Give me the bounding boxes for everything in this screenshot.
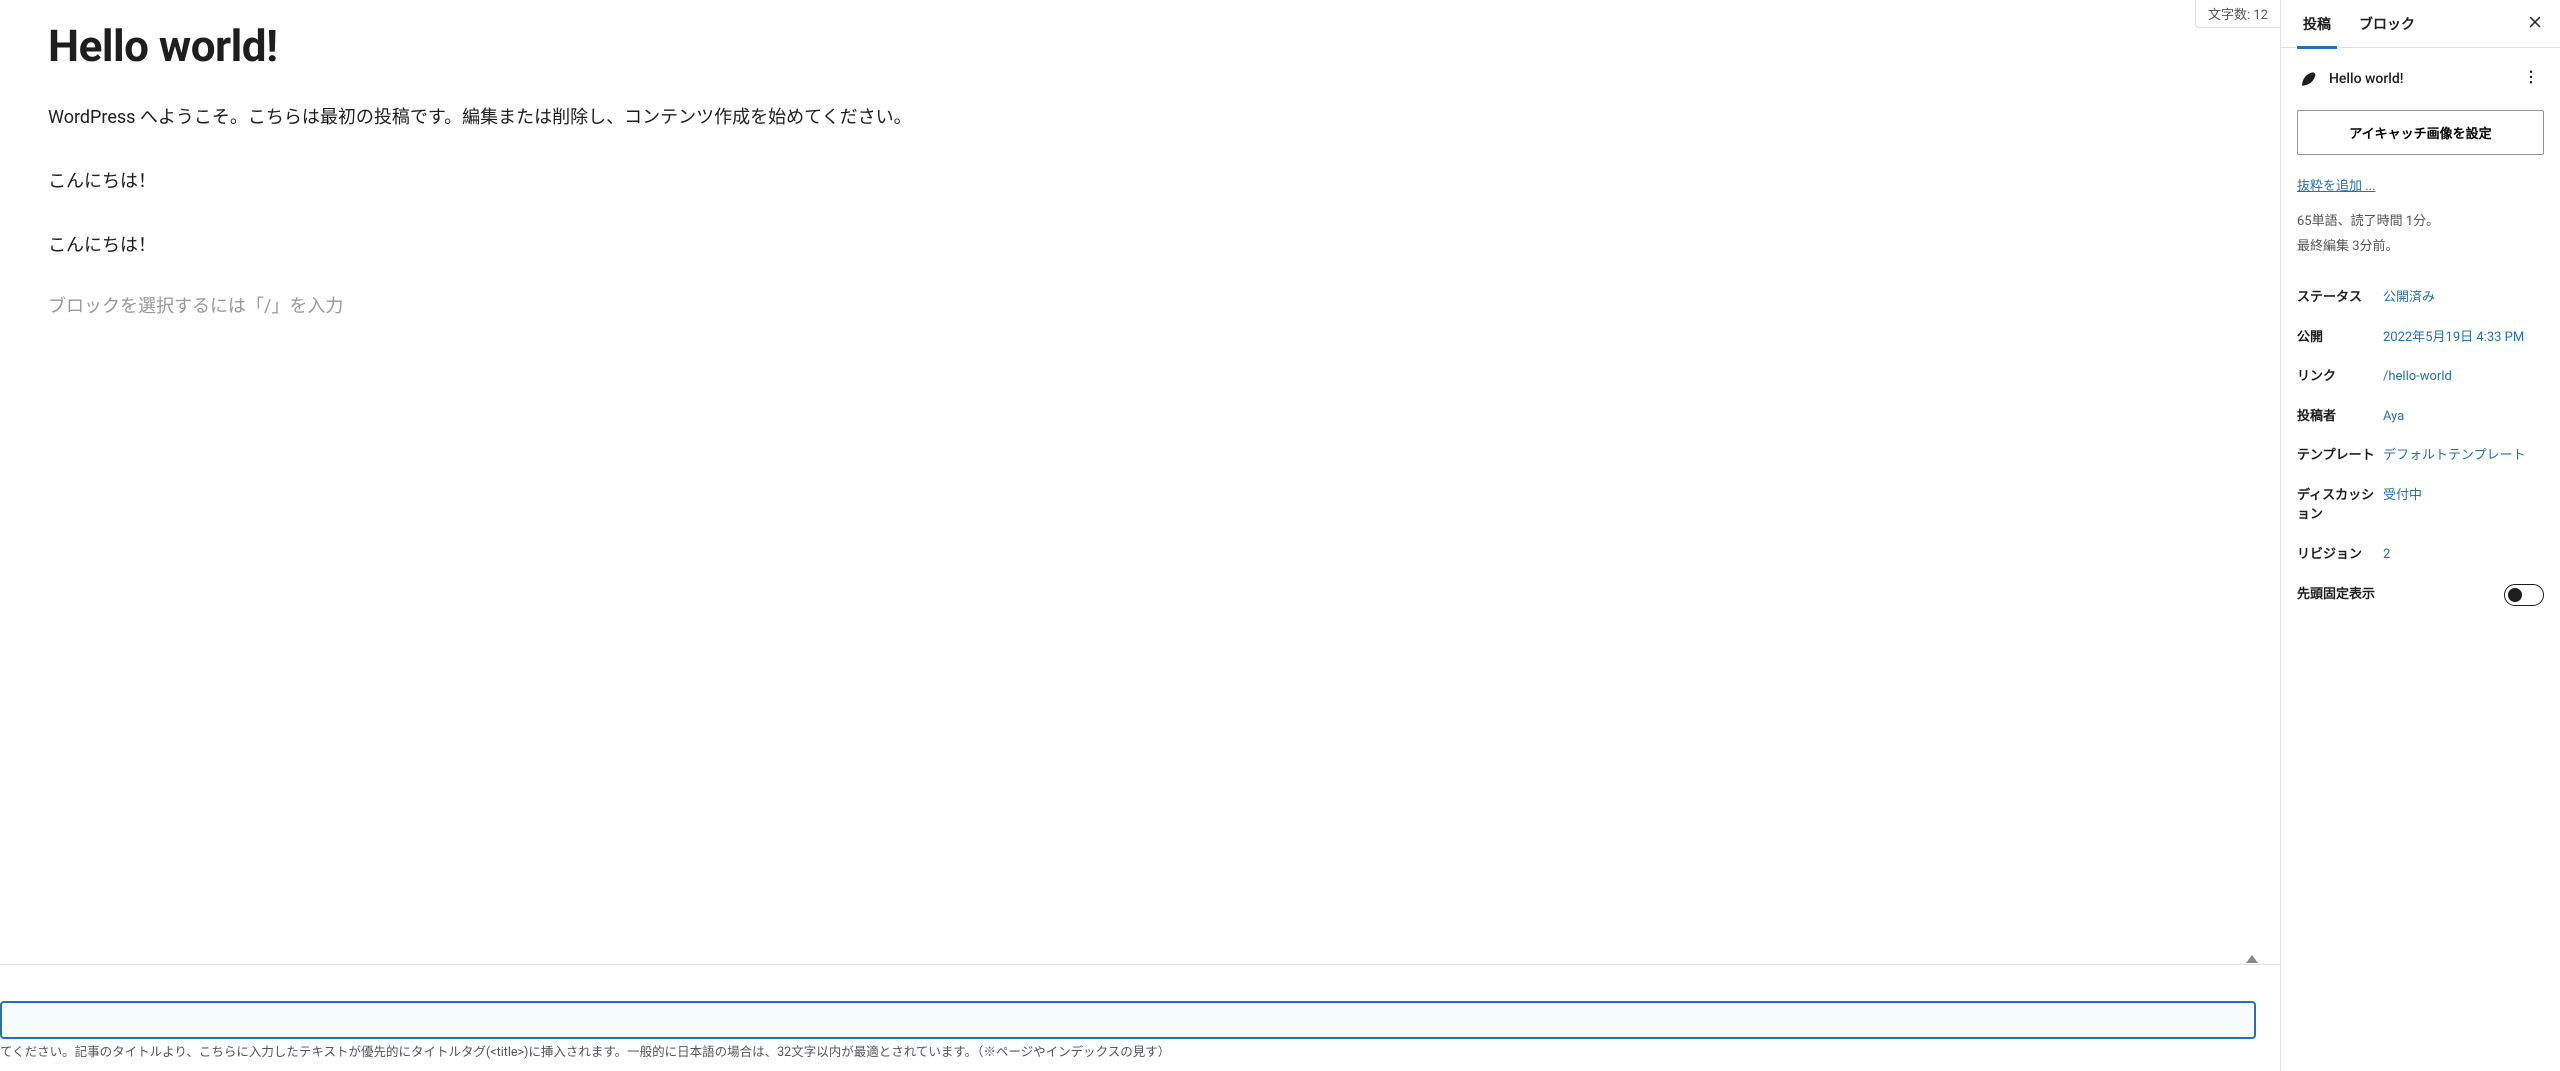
close-sidebar-button[interactable] (2518, 12, 2552, 36)
value-template[interactable]: デフォルトテンプレート (2383, 446, 2544, 466)
post-name-label: Hello world! (2329, 71, 2506, 87)
bottom-meta-section: てください。記事のタイトルより、こちらに入力したテキストが優先的にタイトルタグ(… (0, 924, 2280, 1071)
label-revisions: リビジョン (2297, 545, 2383, 565)
settings-sidebar: 投稿 ブロック Hello world! アイキャッチ画像を設定 抜粋を追加 .… (2280, 0, 2560, 1071)
set-featured-image-button[interactable]: アイキャッチ画像を設定 (2297, 110, 2544, 155)
tab-block[interactable]: ブロック (2345, 0, 2429, 48)
value-link[interactable]: /hello-world (2383, 367, 2544, 387)
row-author: 投稿者 Aya (2297, 397, 2544, 437)
sticky-toggle[interactable] (2504, 584, 2544, 606)
paragraph-block[interactable]: こんにちは！ (48, 164, 948, 200)
value-publish[interactable]: 2022年5月19日 4:33 PM (2383, 328, 2544, 348)
row-link: リンク /hello-world (2297, 357, 2544, 397)
label-publish: 公開 (2297, 328, 2383, 348)
last-edit-text: 最終編集 3分前。 (2297, 235, 2544, 254)
more-options-button[interactable] (2518, 64, 2544, 94)
post-settings-panel: ステータス 公開済み 公開 2022年5月19日 4:33 PM リンク /he… (2281, 278, 2560, 616)
label-sticky: 先頭固定表示 (2297, 585, 2504, 605)
row-publish: 公開 2022年5月19日 4:33 PM (2297, 318, 2544, 358)
label-author: 投稿者 (2297, 407, 2383, 427)
row-template: テンプレート デフォルトテンプレート (2297, 436, 2544, 476)
label-discussion: ディスカッション (2297, 486, 2383, 525)
label-status: ステータス (2297, 288, 2383, 308)
value-revisions[interactable]: 2 (2383, 545, 2544, 565)
divider (0, 964, 2280, 965)
tab-post[interactable]: 投稿 (2289, 0, 2345, 48)
label-link: リンク (2297, 367, 2383, 387)
word-count-text: 65単語、読了時間 1分。 (2297, 210, 2544, 229)
paragraph-block[interactable]: こんにちは！ (48, 228, 948, 264)
sidebar-tabs: 投稿 ブロック (2281, 0, 2560, 48)
collapse-toggle-icon[interactable] (2246, 955, 2258, 963)
post-title[interactable]: Hello world! (48, 20, 2232, 72)
value-author[interactable]: Aya (2383, 407, 2544, 427)
add-excerpt-link[interactable]: 抜粋を追加 ... (2297, 175, 2544, 194)
feather-icon (2297, 69, 2317, 89)
seo-help-text: てください。記事のタイトルより、こちらに入力したテキストが優先的にタイトルタグ(… (0, 1043, 2280, 1063)
paragraph-block[interactable]: WordPress へようこそ。こちらは最初の投稿です。編集または削除し、コンテ… (48, 100, 948, 136)
row-sticky: 先頭固定表示 (2297, 574, 2544, 616)
post-header: Hello world! (2281, 48, 2560, 110)
seo-title-input[interactable] (0, 1001, 2256, 1039)
row-revisions: リビジョン 2 (2297, 535, 2544, 575)
more-vertical-icon (2522, 68, 2540, 86)
block-placeholder[interactable]: ブロックを選択するには「/」を入力 (48, 292, 2232, 318)
char-count-badge: 文字数: 12 (2195, 0, 2280, 28)
row-discussion: ディスカッション 受付中 (2297, 476, 2544, 535)
row-status: ステータス 公開済み (2297, 278, 2544, 318)
editor-area: 文字数: 12 Hello world! WordPress へようこそ。こちら… (0, 0, 2280, 1071)
close-icon (2526, 13, 2544, 31)
value-discussion[interactable]: 受付中 (2383, 486, 2544, 506)
value-status[interactable]: 公開済み (2383, 288, 2544, 308)
content-wrapper: Hello world! WordPress へようこそ。こちらは最初の投稿です… (0, 0, 2280, 924)
label-template: テンプレート (2297, 446, 2383, 466)
